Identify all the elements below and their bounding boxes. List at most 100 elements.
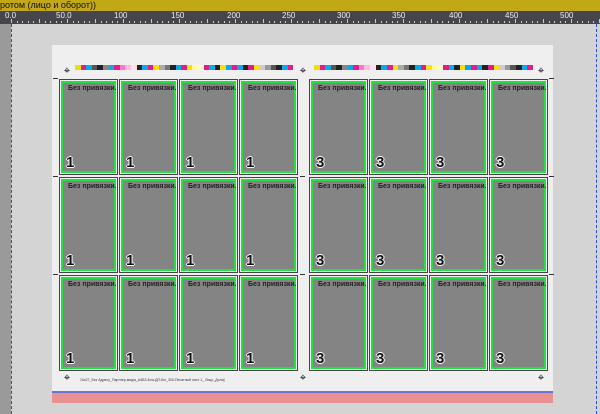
ruler-tick [537, 21, 539, 23]
cell-trim-box: Без привязки... 3 [371, 277, 426, 369]
imposition-cell[interactable]: Без привязки... 1 [59, 79, 118, 175]
cell-trim-box: Без привязки... 1 [61, 179, 116, 271]
crop-mark [300, 176, 305, 177]
imposition-cell[interactable]: Без привязки... 3 [429, 79, 488, 175]
ruler-tick [571, 19, 572, 23]
cell-trim-box: Без привязки... 1 [61, 277, 116, 369]
cell-label: Без привязки... [438, 281, 486, 288]
crop-mark [53, 78, 58, 79]
registration-mark-icon: ⌖ [537, 65, 545, 77]
ruler-tick [481, 21, 483, 23]
ruler-tick [498, 21, 500, 23]
ruler-tick [341, 21, 343, 23]
cell-page-number: 1 [186, 252, 195, 269]
imposition-cell[interactable]: Без привязки... 1 [119, 275, 178, 371]
ruler-tick [61, 21, 63, 23]
cell-label: Без привязки... [188, 281, 236, 288]
ruler-tick [576, 21, 578, 23]
ruler-tick [184, 21, 186, 23]
ruler-tick [526, 21, 528, 23]
imposition-cell[interactable]: Без привязки... 3 [489, 177, 548, 273]
ruler-tick [212, 21, 214, 23]
imposition-cell[interactable]: Без привязки... 3 [309, 275, 368, 371]
cell-trim-box: Без привязки... 3 [431, 277, 486, 369]
crop-mark [53, 176, 58, 177]
ruler-tick [324, 21, 326, 23]
ruler-label: 250 [282, 11, 296, 20]
cell-page-number: 3 [436, 350, 445, 367]
ruler-tick [123, 19, 124, 23]
imposition-cell[interactable]: Без привязки... 1 [239, 275, 298, 371]
imposition-cell[interactable]: Без привязки... 1 [179, 275, 238, 371]
bleed-strip [52, 391, 553, 403]
registration-mark-icon: ⌖ [537, 372, 545, 384]
horizontal-ruler[interactable]: 0.0 50.0 100 150 200 250 300 350 400 450 500 [0, 11, 600, 24]
ruler-tick [78, 21, 80, 23]
ruler-tick [447, 21, 449, 23]
ruler-tick [50, 21, 52, 23]
cell-page-number: 1 [126, 350, 135, 367]
ruler-tick [515, 19, 516, 23]
imposition-cell[interactable]: Без привязки... 3 [429, 177, 488, 273]
cell-label: Без привязки... [188, 85, 236, 92]
ruler-tick [565, 21, 567, 23]
imposition-cell[interactable]: Без привязки... 1 [119, 177, 178, 273]
cell-trim-box: Без привязки... 1 [181, 179, 236, 271]
imposition-cell[interactable]: Без привязки... 1 [239, 79, 298, 175]
ruler-tick [173, 21, 175, 23]
ruler-tick [559, 21, 561, 23]
ruler-tick [11, 19, 12, 23]
guide-line-right[interactable] [596, 24, 597, 414]
crop-mark [53, 274, 58, 275]
ruler-tick [285, 21, 287, 23]
cell-page-number: 1 [126, 252, 135, 269]
ruler-tick [453, 21, 455, 23]
imposition-cell[interactable]: Без привязки... 3 [369, 275, 428, 371]
cell-page-number: 3 [376, 252, 385, 269]
registration-mark-icon: ⌖ [299, 372, 307, 384]
ruler-tick [95, 19, 96, 23]
ruler-tick [134, 21, 136, 23]
ruler-tick [223, 21, 225, 23]
imposition-cell[interactable]: Без привязки... 3 [309, 79, 368, 175]
imposition-cell[interactable]: Без привязки... 1 [59, 275, 118, 371]
imposition-cell[interactable]: Без привязки... 3 [429, 275, 488, 371]
imposition-cell[interactable]: Без привязки... 1 [179, 177, 238, 273]
ruler-tick [520, 21, 522, 23]
ruler-tick [397, 21, 399, 23]
imposition-cell[interactable]: Без привязки... 3 [369, 79, 428, 175]
imposition-cell[interactable]: Без привязки... 1 [239, 177, 298, 273]
cell-label: Без привязки... [188, 183, 236, 190]
ruler-tick [16, 21, 18, 23]
vertical-ruler[interactable] [0, 24, 11, 414]
ruler-tick [419, 21, 421, 23]
ruler-tick [162, 21, 164, 23]
cell-label: Без привязки... [378, 85, 426, 92]
ruler-tick [207, 19, 208, 23]
imposition-cell[interactable]: Без привязки... 3 [309, 177, 368, 273]
imposition-cell[interactable]: Без привязки... 1 [179, 79, 238, 175]
cell-trim-box: Без привязки... 1 [121, 277, 176, 369]
imposition-cell[interactable]: Без привязки... 3 [489, 79, 548, 175]
ruler-tick [151, 19, 152, 23]
ruler-tick [55, 21, 57, 23]
cell-label: Без привязки... [128, 281, 176, 288]
ruler-label: 300 [337, 11, 351, 20]
ruler-tick [190, 21, 192, 23]
ruler-label: 450 [505, 11, 519, 20]
ruler-tick [436, 21, 438, 23]
imposition-cell[interactable]: Без привязки... 3 [489, 275, 548, 371]
cell-page-number: 1 [66, 350, 75, 367]
ruler-tick [509, 21, 511, 23]
ruler-tick [470, 21, 472, 23]
imposition-cell[interactable]: Без привязки... 1 [119, 79, 178, 175]
guide-line-left[interactable] [11, 24, 12, 414]
ruler-tick [274, 21, 276, 23]
ruler-tick [229, 21, 231, 23]
imposition-cell[interactable]: Без привязки... 3 [369, 177, 428, 273]
ruler-tick [139, 21, 141, 23]
imposition-cell[interactable]: Без привязки... 1 [59, 177, 118, 273]
ruler-tick [117, 21, 119, 23]
cell-page-number: 3 [376, 350, 385, 367]
ruler-tick [296, 21, 298, 23]
